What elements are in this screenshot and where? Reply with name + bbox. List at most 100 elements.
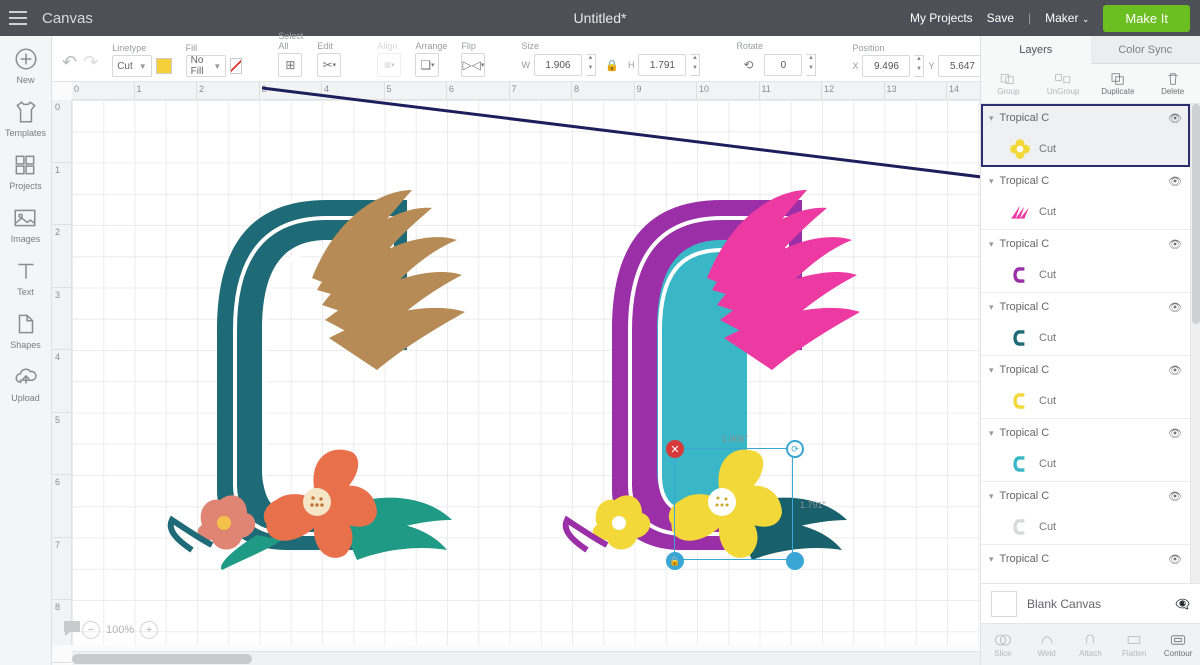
project-title[interactable]: Untitled* (574, 10, 627, 26)
make-it-button[interactable]: Make It (1103, 5, 1190, 32)
my-projects-link[interactable]: My Projects (910, 11, 973, 25)
save-button[interactable]: Save (987, 11, 1014, 25)
layer-child[interactable]: Cut (981, 132, 1190, 166)
layer-header[interactable]: ▾Tropical C👁 (981, 482, 1190, 510)
selection-resize-handle[interactable] (786, 552, 804, 570)
zoom-in-button[interactable]: + (140, 621, 158, 639)
duplicate-button[interactable]: Duplicate (1091, 64, 1146, 103)
canvas-color-swatch[interactable] (991, 591, 1017, 617)
canvas-area[interactable]: 01234567891011121314 012345678 (52, 82, 980, 665)
layer-child[interactable]: Cut (981, 447, 1190, 481)
width-stepper[interactable]: ▲▼ (586, 54, 596, 76)
group-button[interactable]: Group (981, 64, 1036, 103)
layer-child[interactable]: Cut (981, 573, 1190, 583)
rotate-input[interactable] (764, 54, 802, 76)
redo-button[interactable]: ↷ (83, 52, 98, 73)
layer-group[interactable]: ▾Tropical C👁Cut (981, 230, 1190, 293)
layers-scrollbar[interactable] (1190, 104, 1200, 583)
layer-header[interactable]: ▾Tropical C👁 (981, 230, 1190, 258)
chevron-down-icon[interactable]: ▾ (989, 365, 994, 376)
layer-child[interactable]: Cut (981, 510, 1190, 544)
visibility-toggle-icon[interactable]: 👁 (1168, 112, 1182, 125)
layer-header[interactable]: ▾Tropical C👁 (981, 356, 1190, 384)
upload-tool[interactable]: Upload (11, 364, 40, 403)
selection-delete-button[interactable]: ✕ (666, 440, 684, 458)
fill-select[interactable]: No Fill▼ (186, 55, 227, 77)
chevron-down-icon[interactable]: ▾ (989, 428, 994, 439)
tab-color-sync[interactable]: Color Sync (1091, 36, 1200, 64)
align-menu-button[interactable]: ≡▾ (377, 53, 401, 77)
projects-tool[interactable]: Projects (9, 152, 42, 191)
feedback-icon[interactable] (60, 617, 84, 641)
artwork-tropical-c-left[interactable] (167, 190, 467, 570)
weld-button[interactable]: Weld (1025, 624, 1069, 665)
layer-group[interactable]: ▾Tropical C👁Cut (981, 293, 1190, 356)
hamburger-menu-button[interactable] (0, 0, 36, 36)
images-tool[interactable]: Images (11, 205, 41, 244)
lock-aspect-icon[interactable]: 🔒 (600, 53, 624, 77)
visibility-toggle-icon[interactable]: 👁 (1168, 175, 1182, 188)
selection-lock-handle[interactable]: 🔒 (666, 552, 684, 570)
layer-child[interactable]: Cut (981, 258, 1190, 292)
visibility-toggle-icon[interactable]: 👁 (1168, 301, 1182, 314)
contour-button[interactable]: Contour (1156, 624, 1200, 665)
layer-group[interactable]: ▾Tropical C👁Cut (981, 482, 1190, 545)
pos-x-stepper[interactable]: ▲▼ (914, 55, 924, 77)
layer-child[interactable]: Cut (981, 195, 1190, 229)
layer-child[interactable]: Cut (981, 321, 1190, 355)
layer-header[interactable]: ▾Tropical C👁 (981, 545, 1190, 573)
rotate-stepper[interactable]: ▲▼ (806, 54, 816, 76)
select-all-button[interactable]: ⊞ (278, 53, 302, 77)
new-tool[interactable]: New (13, 46, 39, 85)
layer-group[interactable]: ▾Tropical C👁Cut (981, 167, 1190, 230)
visibility-toggle-icon[interactable]: 👁 (1168, 238, 1182, 251)
flip-menu-button[interactable]: ▷◁▾ (461, 53, 485, 77)
canvas-grid[interactable]: ✕ ⟳ 🔒 1.906" 1.791" (72, 100, 980, 645)
layer-header[interactable]: ▾Tropical C👁 (981, 104, 1190, 132)
chevron-down-icon[interactable]: ▾ (989, 302, 994, 313)
undo-button[interactable]: ↶ (62, 52, 77, 73)
layer-header[interactable]: ▾Tropical C👁 (981, 293, 1190, 321)
fill-swatch[interactable] (230, 58, 242, 74)
layer-header[interactable]: ▾Tropical C👁 (981, 419, 1190, 447)
visibility-toggle-icon[interactable]: 👁 (1168, 427, 1182, 440)
blank-canvas-row[interactable]: Blank Canvas 👁‍🗨 (981, 583, 1200, 623)
layer-header[interactable]: ▾Tropical C👁 (981, 167, 1190, 195)
shapes-tool[interactable]: Shapes (10, 311, 41, 350)
height-stepper[interactable]: ▲▼ (690, 54, 700, 76)
zoom-out-button[interactable]: − (82, 621, 100, 639)
layer-group[interactable]: ▾Tropical C👁Cut (981, 356, 1190, 419)
chevron-down-icon[interactable]: ▾ (989, 113, 994, 124)
slice-button[interactable]: Slice (981, 624, 1025, 665)
layer-group[interactable]: ▾Tropical C👁Cut (981, 104, 1190, 167)
machine-selector[interactable]: Maker ⌄ (1045, 11, 1089, 25)
selection-box[interactable] (674, 448, 793, 560)
layer-group[interactable]: ▾Tropical C👁Cut (981, 419, 1190, 482)
arrange-menu-button[interactable]: ❏▾ (415, 53, 439, 77)
layer-child[interactable]: Cut (981, 384, 1190, 418)
ungroup-button[interactable]: UnGroup (1036, 64, 1091, 103)
tab-layers[interactable]: Layers (981, 36, 1091, 64)
flatten-button[interactable]: Flatten (1112, 624, 1156, 665)
chevron-down-icon[interactable]: ▾ (989, 176, 994, 187)
layer-group[interactable]: ▾Tropical C👁Cut (981, 545, 1190, 583)
width-input[interactable] (534, 54, 582, 76)
delete-button[interactable]: Delete (1145, 64, 1200, 103)
horizontal-scrollbar[interactable] (72, 651, 980, 665)
linetype-select[interactable]: Cut▼ (112, 55, 151, 77)
attach-button[interactable]: Attach (1069, 624, 1113, 665)
chevron-down-icon[interactable]: ▾ (989, 491, 994, 502)
visibility-toggle-icon[interactable]: 👁 (1168, 553, 1182, 566)
visibility-toggle-icon[interactable]: 👁 (1168, 490, 1182, 503)
selection-rotate-handle[interactable]: ⟳ (786, 440, 804, 458)
linetype-swatch[interactable] (156, 58, 172, 74)
chevron-down-icon[interactable]: ▾ (989, 554, 994, 565)
height-input[interactable] (638, 54, 686, 76)
text-tool[interactable]: Text (13, 258, 39, 297)
chevron-down-icon[interactable]: ▾ (989, 239, 994, 250)
edit-menu-button[interactable]: ✂▾ (317, 53, 341, 77)
visibility-toggle-icon[interactable]: 👁 (1168, 364, 1182, 377)
templates-tool[interactable]: Templates (5, 99, 46, 138)
canvas-visibility-icon[interactable]: 👁‍🗨 (1175, 597, 1190, 611)
pos-x-input[interactable] (862, 55, 910, 77)
